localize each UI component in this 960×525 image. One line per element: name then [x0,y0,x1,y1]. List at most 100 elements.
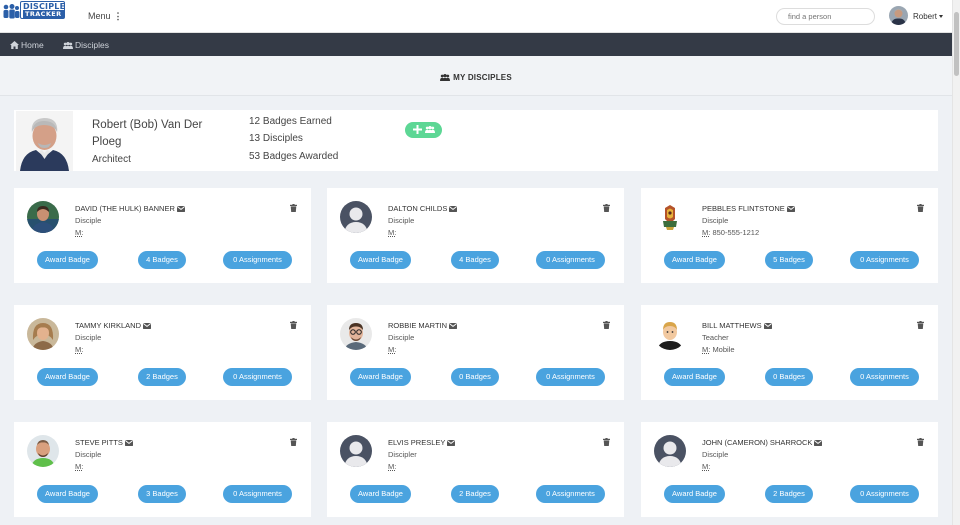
disciple-name[interactable]: BILL MATTHEWS [702,321,772,330]
logo-wordmark: DISCIPLE TRACKER [20,1,65,19]
award-badge-button[interactable]: Award Badge [664,368,725,386]
trash-icon[interactable] [603,438,610,446]
disciple-card: PEBBLES FLINTSTONE Disciple M: 850-555-1… [641,188,938,283]
envelope-icon[interactable] [447,440,456,446]
envelope-icon[interactable] [124,440,133,446]
user-avatar [889,6,908,25]
mobile-label: M: [702,345,711,354]
badges-button[interactable]: 4 Badges [138,251,186,269]
mobile-label: M: [388,462,397,471]
badges-button[interactable]: 5 Badges [765,251,813,269]
disciple-avatar [27,435,59,467]
badges-button[interactable]: 3 Badges [138,485,186,503]
disciple-card: JOHN (CAMERON) SHARROCK Disciple M: Awar… [641,422,938,517]
assignments-button[interactable]: 0 Assignments [850,251,919,269]
award-badge-button[interactable]: Award Badge [664,251,725,269]
disciple-name-text: DAVID (THE HULK) BANNER [75,204,175,213]
badges-awarded-stat: 53 Badges Awarded [249,151,339,162]
envelope-icon[interactable] [142,323,151,329]
award-badge-button[interactable]: Award Badge [37,368,98,386]
profile-photo [16,111,73,171]
trash-icon[interactable] [603,204,610,212]
envelope-icon[interactable] [449,206,458,212]
assignments-button[interactable]: 0 Assignments [223,368,292,386]
award-badge-button[interactable]: Award Badge [37,485,98,503]
disciple-name[interactable]: STEVE PITTS [75,438,133,447]
disciple-role: Discipler [388,450,417,459]
logo-line-2: TRACKER [23,10,64,18]
mobile-label: M: [75,462,84,471]
users-icon [63,42,73,49]
menu-button[interactable]: Menu ⋮ [88,11,123,22]
phone-value: Mobile [712,345,735,354]
envelope-icon[interactable] [449,323,458,329]
trash-icon[interactable] [917,438,924,446]
award-badge-button[interactable]: Award Badge [37,251,98,269]
trash-icon[interactable] [917,204,924,212]
disciple-avatar [340,435,372,467]
disciple-name[interactable]: ROBBIE MARTIN [388,321,458,330]
trash-icon[interactable] [603,321,610,329]
disciple-phone: M: [388,345,396,354]
disciple-name-text: ELVIS PRESLEY [388,438,446,447]
add-disciple-button[interactable] [405,122,442,138]
badges-button[interactable]: 2 Badges [451,485,499,503]
assignments-button[interactable]: 0 Assignments [850,485,919,503]
assignments-button[interactable]: 0 Assignments [223,251,292,269]
disciple-role: Disciple [75,333,102,342]
badges-button[interactable]: 2 Badges [138,368,186,386]
disciple-card: ELVIS PRESLEY Discipler M: Award Badge 2… [327,422,624,517]
assignments-button[interactable]: 0 Assignments [536,368,605,386]
trash-icon[interactable] [290,438,297,446]
badges-button[interactable]: 4 Badges [451,251,499,269]
disciple-name[interactable]: PEBBLES FLINTSTONE [702,204,795,213]
nav-bar: Home Disciples [0,33,952,56]
nav-disciples[interactable]: Disciples [63,40,109,50]
assignments-button[interactable]: 0 Assignments [536,485,605,503]
people-logo-icon [3,4,20,19]
award-badge-button[interactable]: Award Badge [350,485,411,503]
disciple-name[interactable]: DAVID (THE HULK) BANNER [75,204,185,213]
badges-button[interactable]: 0 Badges [765,368,813,386]
envelope-icon[interactable] [176,206,185,212]
badges-button[interactable]: 2 Badges [765,485,813,503]
trash-icon[interactable] [290,321,297,329]
scrollbar-thumb[interactable] [954,12,959,76]
disciple-name-text: PEBBLES FLINTSTONE [702,204,785,213]
envelope-icon[interactable] [763,323,772,329]
page-title: MY DISCIPLES [0,73,952,82]
disciple-phone: M: 850-555-1212 [702,228,759,237]
disciple-phone: M: [75,228,83,237]
profile-role: Architect [92,154,131,165]
disciple-card: DALTON CHILDS Disciple M: Award Badge 4 … [327,188,624,283]
assignments-button[interactable]: 0 Assignments [850,368,919,386]
assignments-button[interactable]: 0 Assignments [223,485,292,503]
page-scrollbar[interactable] [952,0,960,525]
envelope-icon[interactable] [814,440,823,446]
phone-value: 850-555-1212 [712,228,760,237]
disciple-role: Disciple [75,450,102,459]
nav-home[interactable]: Home [10,40,44,50]
disciple-name[interactable]: DALTON CHILDS [388,204,458,213]
disciple-name[interactable]: ELVIS PRESLEY [388,438,456,447]
disciple-phone: M: [75,462,83,471]
disciple-avatar [654,318,686,350]
award-badge-button[interactable]: Award Badge [350,368,411,386]
award-badge-button[interactable]: Award Badge [664,485,725,503]
caret-down-icon [939,15,944,19]
disciple-name-text: JOHN (CAMERON) SHARROCK [702,438,813,447]
disciple-name[interactable]: TAMMY KIRKLAND [75,321,151,330]
user-name: Robert [913,12,944,21]
assignments-button[interactable]: 0 Assignments [536,251,605,269]
home-icon [10,41,19,49]
mobile-label: M: [75,345,84,354]
disciple-name[interactable]: JOHN (CAMERON) SHARROCK [702,438,823,447]
trash-icon[interactable] [290,204,297,212]
disciple-avatar [654,201,686,233]
badges-button[interactable]: 0 Badges [451,368,499,386]
app-logo[interactable]: DISCIPLE TRACKER [2,1,65,19]
trash-icon[interactable] [917,321,924,329]
award-badge-button[interactable]: Award Badge [350,251,411,269]
find-person-input[interactable] [776,8,875,25]
envelope-icon[interactable] [786,206,795,212]
